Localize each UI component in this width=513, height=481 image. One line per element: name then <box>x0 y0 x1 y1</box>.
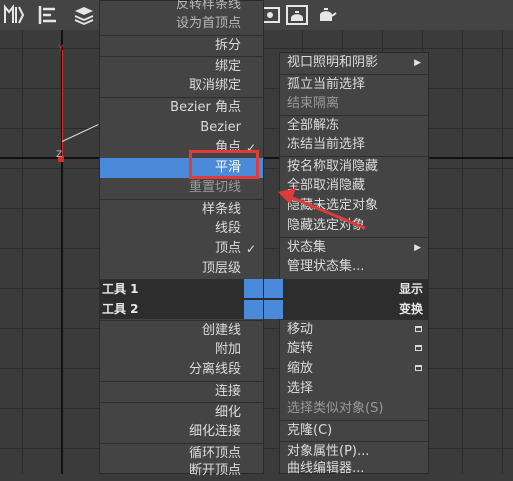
submenu-arrow-icon: ▶ <box>414 58 421 68</box>
menu-item-reverse-spline[interactable]: 反转样条线 <box>100 0 263 15</box>
menu-item-create-line[interactable]: 创建线 <box>100 320 263 340</box>
menu-item-segment[interactable]: 线段 <box>100 219 263 239</box>
settings-box-icon[interactable] <box>415 365 422 371</box>
menu-item-refine-connect[interactable]: 细化连接 <box>100 422 263 442</box>
menu-item-bezier[interactable]: Bezier <box>100 118 263 138</box>
annotation-arrow <box>278 188 366 230</box>
menu-item-move[interactable]: 移动 <box>280 319 428 339</box>
menu-item-scale[interactable]: 缩放 <box>280 359 428 379</box>
quad-switch-bottom-left[interactable] <box>244 300 263 319</box>
menu-item-vertex[interactable]: 顶点 ✓ <box>100 239 263 259</box>
quad-switch-top-left[interactable] <box>244 279 263 298</box>
menu-item-isolate-selection[interactable]: 孤立当前选择 <box>280 74 428 94</box>
menu-item-bind[interactable]: 绑定 <box>100 56 263 76</box>
menu-item-viewport-lighting[interactable]: 视口照明和阴影 ▶ <box>280 53 428 73</box>
menu-item-unhide-by-name[interactable]: 按名称取消隐藏 <box>280 156 428 176</box>
menu-item-make-first[interactable]: 设为首顶点 <box>100 14 263 34</box>
menu-item-clone[interactable]: 克隆(C) <box>280 420 428 440</box>
menu-item-rotate[interactable]: 旋转 <box>280 339 428 359</box>
quad-label-display: 显示 <box>398 282 423 296</box>
settings-box-icon[interactable] <box>415 345 422 351</box>
menu-item-object-properties[interactable]: 对象属性(P)... <box>280 441 428 461</box>
menu-item-detach-segment[interactable]: 分离线段 <box>100 360 263 380</box>
menu-item-refine[interactable]: 细化 <box>100 402 263 422</box>
menu-item-cycle-vertices[interactable]: 循环顶点 <box>100 443 263 463</box>
quad-switch-bottom-right[interactable] <box>264 300 283 319</box>
menu-item-bezier-corner[interactable]: Bezier 角点 <box>100 97 263 117</box>
align-icon[interactable] <box>36 3 60 27</box>
menu-item-top-level[interactable]: 顶层级 <box>100 259 263 279</box>
menu-item-end-isolate[interactable]: 结束隔离 <box>280 94 428 114</box>
axis-y-label: Y <box>58 44 64 54</box>
axis-z-label: Z <box>56 150 63 160</box>
annotation-highlight-box <box>189 150 259 179</box>
quad-menu-display-transform: 视口照明和阴影 ▶ 孤立当前选择 结束隔离 全部解冻 冻结当前选择 按名称取消隐藏… <box>279 52 429 476</box>
render-frame-icon[interactable] <box>285 3 309 27</box>
menu-item-reset-tangents[interactable]: 重置切线 <box>100 178 263 198</box>
render-icon[interactable] <box>315 3 339 27</box>
menu-item-curve-editor[interactable]: 曲线编辑器... <box>280 459 428 479</box>
quad-label-tools1: 工具 1 <box>102 282 139 296</box>
menu-item-select[interactable]: 选择 <box>280 379 428 399</box>
menu-item-state-sets[interactable]: 状态集 ▶ <box>280 237 428 257</box>
menu-item-break-vertices[interactable]: 断开顶点 <box>100 461 263 481</box>
menu-item-select-similar[interactable]: 选择类似对象(S) <box>280 399 428 419</box>
menu-item-divide[interactable]: 拆分 <box>100 35 263 55</box>
quad-menu-tools: 反转样条线 设为首顶点 拆分 绑定 取消绑定 Bezier 角点 Bezier … <box>99 0 264 478</box>
menu-item-spline[interactable]: 样条线 <box>100 199 263 219</box>
quad-label-tools2: 工具 2 <box>102 302 139 316</box>
menu-item-manage-state-sets[interactable]: 管理状态集... <box>280 257 428 277</box>
submenu-arrow-icon: ▶ <box>414 243 421 253</box>
quad-switch-top-right[interactable] <box>264 279 283 298</box>
menu-item-connect[interactable]: 连接 <box>100 381 263 401</box>
settings-box-icon[interactable] <box>415 326 422 332</box>
menu-item-attach[interactable]: 附加 <box>100 340 263 360</box>
editable-mesh-icon[interactable] <box>2 3 26 27</box>
layers-icon[interactable] <box>72 3 96 27</box>
quad-label-transform: 变换 <box>398 302 423 316</box>
menu-item-freeze-selection[interactable]: 冻结当前选择 <box>280 135 428 155</box>
menu-item-unbind[interactable]: 取消绑定 <box>100 76 263 96</box>
menu-item-unfreeze-all[interactable]: 全部解冻 <box>280 115 428 135</box>
check-icon: ✓ <box>245 242 256 256</box>
